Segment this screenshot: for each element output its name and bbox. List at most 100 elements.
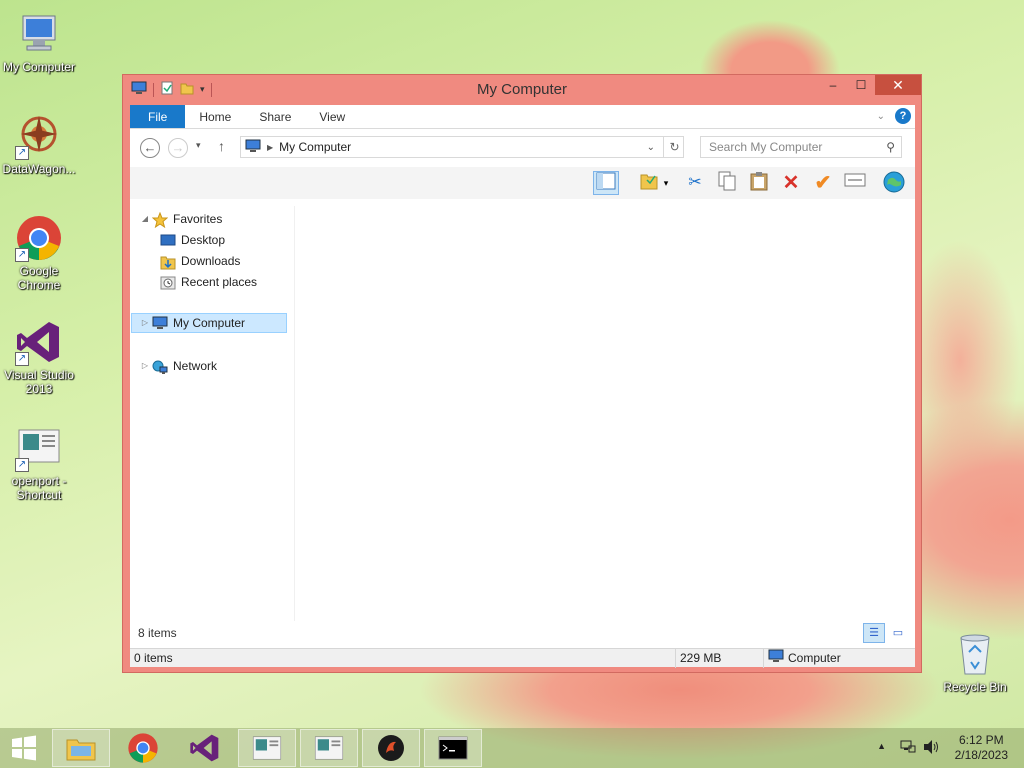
- taskbar-file-explorer[interactable]: [52, 729, 110, 767]
- status-bar: 0 items 229 MB Computer: [130, 648, 915, 668]
- desktop-icon-chrome[interactable]: ↗ Google Chrome: [0, 214, 79, 292]
- tree-item-downloads[interactable]: Downloads: [160, 251, 240, 271]
- minimize-button[interactable]: –: [819, 75, 847, 95]
- title-bar[interactable]: ▾ My Computer – ☐ ✕: [123, 75, 921, 105]
- expand-arrow-icon[interactable]: ▷: [140, 313, 150, 333]
- computer-icon: [152, 316, 168, 330]
- file-explorer-icon: [66, 739, 96, 761]
- tree-item-my-computer[interactable]: ▷ My Computer: [131, 313, 287, 333]
- recent-locations-icon[interactable]: ▾: [196, 140, 201, 151]
- downloads-folder-icon: [160, 254, 176, 270]
- address-dropdown-icon[interactable]: ⌄: [647, 142, 655, 153]
- clock-date: 2/18/2023: [954, 748, 1008, 762]
- preview-pane-button[interactable]: [593, 171, 619, 195]
- shortcut-arrow-icon: ↗: [15, 248, 29, 262]
- help-icon[interactable]: ?: [895, 108, 911, 124]
- items-count: 8 items: [138, 626, 177, 640]
- taskbar-visual-studio[interactable]: [176, 729, 234, 767]
- visual-studio-icon: ↗: [15, 318, 63, 366]
- window-body: File Home Share View ⌄ ? ← → ▾ ↑ ▶ My Co…: [130, 105, 915, 668]
- globe-icon[interactable]: [881, 171, 907, 195]
- network-status-icon[interactable]: [900, 739, 916, 758]
- cut-icon[interactable]: ✂: [682, 171, 708, 195]
- ribbon-tabs: File Home Share View ⌄ ?: [130, 105, 915, 129]
- tree-item-recent-places[interactable]: Recent places: [160, 272, 257, 292]
- delete-icon[interactable]: ✕: [778, 171, 804, 195]
- tab-home[interactable]: Home: [185, 105, 245, 128]
- back-button[interactable]: ←: [140, 138, 160, 158]
- tree-item-network[interactable]: ▷ Network: [140, 356, 217, 376]
- ribbon-right-controls: ⌄ ?: [877, 108, 911, 124]
- desktop-icon-label: DataWagon...: [2, 162, 76, 176]
- tree-label: My Computer: [173, 316, 246, 330]
- shortcut-arrow-icon: ↗: [15, 352, 29, 366]
- explorer-window: ▾ My Computer – ☐ ✕ File Home Share View…: [122, 74, 922, 673]
- status-location: Computer: [763, 649, 913, 668]
- rename-icon[interactable]: [842, 171, 868, 195]
- taskbar-chrome[interactable]: [114, 729, 172, 767]
- content-pane[interactable]: [295, 206, 915, 621]
- network-icon: [152, 359, 168, 374]
- expand-ribbon-icon[interactable]: ⌄: [877, 111, 885, 122]
- refresh-button[interactable]: ↻: [663, 136, 685, 158]
- view-switcher: ☰ ▭: [863, 623, 909, 643]
- desktop-icon-label: My Computer: [2, 60, 76, 74]
- tab-view[interactable]: View: [305, 105, 359, 128]
- window-title: My Computer: [476, 81, 568, 98]
- folder-options-icon[interactable]: [636, 171, 662, 195]
- start-button[interactable]: [0, 729, 48, 767]
- close-button[interactable]: ✕: [875, 75, 921, 95]
- tree-item-favorites[interactable]: ◢ Favorites: [140, 209, 222, 229]
- expand-arrow-icon[interactable]: ▷: [140, 356, 150, 376]
- command-prompt-icon: [438, 736, 468, 760]
- large-icons-view-button[interactable]: ▭: [887, 623, 909, 643]
- desktop-icon-label: openport - Shortcut: [11, 474, 67, 502]
- shortcut-arrow-icon: ↗: [15, 146, 29, 160]
- openport-icon: ↗: [15, 424, 63, 472]
- checkmark-icon[interactable]: ✔: [810, 171, 836, 195]
- folder-options-dropdown-icon[interactable]: ▾: [660, 171, 672, 195]
- tab-file[interactable]: File: [130, 105, 186, 128]
- show-hidden-icons-icon[interactable]: ▲: [877, 741, 886, 751]
- breadcrumb-chevron-icon[interactable]: ▶: [267, 143, 273, 152]
- tab-share[interactable]: Share: [245, 105, 305, 128]
- taskbar-command-prompt[interactable]: [424, 729, 482, 767]
- desktop-icon-recycle-bin[interactable]: Recycle Bin: [935, 630, 1015, 694]
- taskbar-openport-1[interactable]: [238, 729, 296, 767]
- desktop-icon-datawagon[interactable]: ↗ DataWagon...: [0, 112, 79, 176]
- desktop-icon-openport[interactable]: ↗ openport - Shortcut: [0, 424, 79, 502]
- status-size: 229 MB: [675, 649, 763, 668]
- tree-label: Network: [173, 359, 218, 373]
- breadcrumb-my-computer[interactable]: My Computer: [279, 140, 351, 154]
- desktop-icon-label: Visual Studio 2013: [4, 368, 74, 396]
- status-selected-count: 0 items: [134, 651, 173, 665]
- desktop-icon-visual-studio[interactable]: ↗ Visual Studio 2013: [0, 318, 79, 396]
- volume-icon[interactable]: [922, 739, 940, 758]
- datawagon-icon: ↗: [15, 112, 63, 160]
- desktop-icon-my-computer[interactable]: My Computer: [0, 10, 79, 74]
- search-icon[interactable]: ⚲: [886, 137, 895, 157]
- taskbar: ▲ 6:12 PM 2/18/2023: [0, 728, 1024, 768]
- address-bar[interactable]: ▶ My Computer ⌄: [240, 136, 684, 158]
- search-input[interactable]: Search My Computer ⚲: [700, 136, 902, 158]
- clock[interactable]: 6:12 PM 2/18/2023: [955, 733, 1008, 763]
- recycle-bin-icon: [951, 630, 999, 678]
- shortcut-arrow-icon: ↗: [15, 458, 29, 472]
- collapse-arrow-icon[interactable]: ◢: [140, 209, 150, 229]
- my-computer-icon: [15, 10, 63, 58]
- maximize-button[interactable]: ☐: [847, 75, 875, 95]
- up-button[interactable]: ↑: [218, 138, 225, 154]
- clock-time: 6:12 PM: [958, 733, 1004, 747]
- navigation-pane: ◢ Favorites Desktop Downloads Recent pla…: [130, 206, 295, 621]
- paste-icon[interactable]: [746, 171, 772, 195]
- address-computer-icon: [245, 139, 261, 156]
- window-controls: – ☐ ✕: [819, 75, 921, 95]
- taskbar-app[interactable]: [362, 729, 420, 767]
- address-row: ← → ▾ ↑ ▶ My Computer ⌄ ↻ Search My Comp…: [130, 129, 915, 167]
- taskbar-openport-2[interactable]: [300, 729, 358, 767]
- forward-button[interactable]: →: [168, 138, 188, 158]
- details-view-button[interactable]: ☰: [863, 623, 885, 643]
- status-location-label: Computer: [788, 651, 841, 665]
- copy-icon[interactable]: [714, 171, 740, 195]
- tree-item-desktop[interactable]: Desktop: [160, 230, 225, 250]
